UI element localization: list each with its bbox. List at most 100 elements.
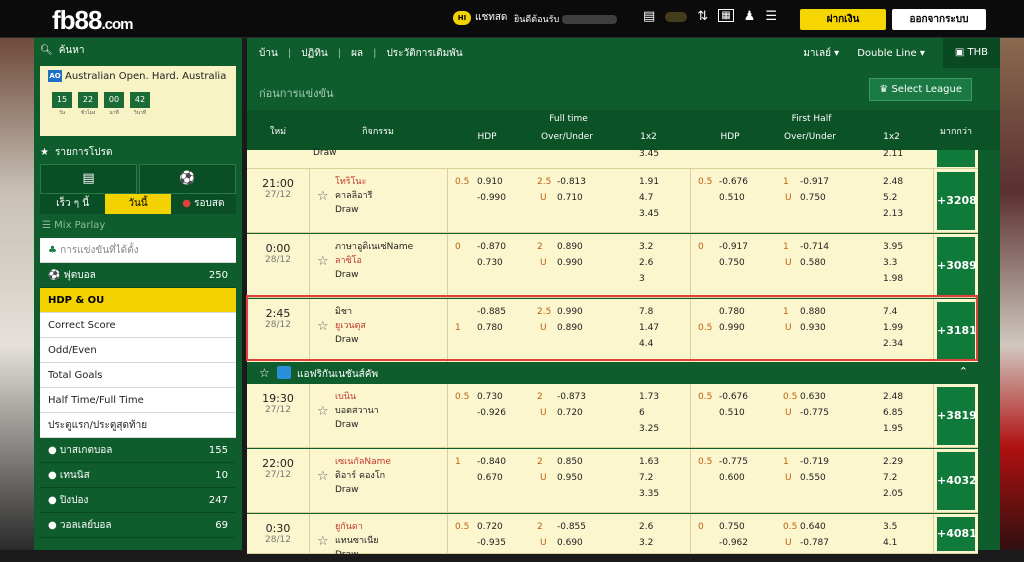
deposit-button[interactable]: ฝากเงิน	[800, 9, 886, 30]
favorite-star-icon[interactable]: ☆	[317, 189, 329, 204]
odds-value[interactable]: -0.870	[477, 242, 506, 252]
odds-value[interactable]: 1.63	[639, 457, 659, 467]
odds-value[interactable]: -0.873	[557, 392, 586, 402]
odds-value[interactable]: 1.95	[883, 424, 903, 434]
odds-value[interactable]: 0.630	[800, 392, 826, 402]
odds-value[interactable]: 2.48	[883, 392, 903, 402]
ball-icon[interactable]: ⚽	[139, 164, 236, 194]
live-chat-link[interactable]: HI แชทสด	[453, 10, 507, 25]
profile-icon[interactable]: ♟	[744, 9, 756, 24]
odds-value[interactable]: 0.600	[719, 473, 745, 483]
odds-value[interactable]: -0.855	[557, 522, 586, 532]
odds-value[interactable]: 3.45	[639, 209, 659, 219]
odds-value[interactable]: -0.813	[557, 177, 586, 187]
odds-value[interactable]: 0.950	[557, 473, 583, 483]
chat-bubble-icon[interactable]: ▤	[40, 164, 137, 194]
statement-icon[interactable]: ▦	[718, 9, 734, 22]
odds-value[interactable]: 7.2	[883, 473, 897, 483]
odds-value[interactable]: 4.7	[639, 193, 653, 203]
odds-value[interactable]: 0.750	[800, 193, 826, 203]
odds-value[interactable]: 3.25	[639, 424, 659, 434]
odds-value[interactable]: 3.2	[639, 538, 653, 548]
odds-value[interactable]: 2.29	[883, 457, 903, 467]
odds-value[interactable]: -0.787	[800, 538, 829, 548]
odds-value[interactable]: 0.550	[800, 473, 826, 483]
odds-value[interactable]: 3.35	[639, 489, 659, 499]
odds-value[interactable]: 2.05	[883, 489, 903, 499]
more-bets-button[interactable]: +4081	[937, 517, 977, 551]
favorite-star-icon[interactable]: ☆	[317, 469, 329, 484]
odds-value[interactable]: -0.990	[477, 193, 506, 203]
odds-value[interactable]: 3.45	[639, 149, 659, 159]
odds-value[interactable]: -0.962	[719, 538, 748, 548]
line-select[interactable]: Double Line ▾	[857, 48, 925, 59]
odds-value[interactable]: 0.580	[800, 258, 826, 268]
market-htft[interactable]: Half Time/Full Time	[40, 388, 236, 413]
list-icon[interactable]: ☰	[765, 9, 777, 24]
search-bar[interactable]: 🔍︎ ค้นหา	[34, 38, 242, 62]
odds-value[interactable]: -0.935	[477, 538, 506, 548]
odds-value[interactable]: 0.510	[719, 193, 745, 203]
odds-value[interactable]: -0.917	[800, 177, 829, 187]
more-bets-button[interactable]: +3208	[937, 172, 977, 230]
favorites-header[interactable]: ★ รายการโปรด	[34, 140, 242, 164]
odds-value[interactable]: 0.720	[557, 408, 583, 418]
market-hdp-ou[interactable]: HDP & OU	[40, 288, 236, 313]
odds-value[interactable]: 6	[639, 408, 645, 418]
mix-parlay-item[interactable]: ☰ Mix Parlay	[34, 214, 242, 238]
wallet-icon[interactable]: ▤	[643, 9, 655, 24]
odds-value[interactable]: 3.3	[883, 258, 897, 268]
odds-value[interactable]: 1.98	[883, 274, 903, 284]
odds-value[interactable]: 0.720	[477, 522, 503, 532]
odds-value[interactable]: -0.775	[800, 408, 829, 418]
market-correct-score[interactable]: Correct Score	[40, 313, 236, 338]
nav-results[interactable]: ผล	[351, 46, 363, 61]
market-odd-even[interactable]: Odd/Even	[40, 338, 236, 363]
odds-value[interactable]: 0.730	[477, 392, 503, 402]
odds-value[interactable]: 6.85	[883, 408, 903, 418]
select-league-button[interactable]: ♛ Select League	[869, 78, 972, 101]
odds-value[interactable]: 0.750	[719, 258, 745, 268]
odds-value[interactable]: 0.690	[557, 538, 583, 548]
odds-value[interactable]: 0.910	[477, 177, 503, 187]
league-header[interactable]: ☆ แอฟริกันเนชันส์คัพ ⌃	[247, 362, 978, 384]
collapse-icon[interactable]: ⌃	[959, 365, 968, 378]
odds-value[interactable]: 0.750	[719, 522, 745, 532]
more-bets-button[interactable]: +3819	[937, 387, 977, 445]
odds-value[interactable]: -0.676	[719, 177, 748, 187]
odds-value[interactable]: -0.840	[477, 457, 506, 467]
market-total-goals[interactable]: Total Goals	[40, 363, 236, 388]
odds-value[interactable]: -0.775	[719, 457, 748, 467]
sport-basketball[interactable]: ● บาสเกตบอล 155	[40, 438, 236, 463]
star-icon[interactable]: ☆	[259, 366, 270, 380]
featured-match-card[interactable]: AO Australian Open. Hard. Australia 15 22…	[40, 66, 236, 136]
pinned-item[interactable]: ♣ การแข่งขันที่ได้ตั้ง	[40, 238, 236, 263]
transfer-icon[interactable]: ⇅	[697, 9, 708, 24]
odds-value[interactable]: 2.6	[639, 258, 653, 268]
tab-today[interactable]: วันนี้	[105, 194, 171, 214]
nav-bet-history[interactable]: ประวัติการเดิมพัน	[386, 46, 462, 61]
odds-value[interactable]: -0.917	[719, 242, 748, 252]
currency-badge[interactable]: ▣ THB	[942, 38, 1000, 68]
odds-value[interactable]: 3	[639, 274, 645, 284]
nav-calendar[interactable]: ปฏิทิน	[301, 46, 328, 61]
odds-value[interactable]: 2.11	[883, 149, 903, 159]
odds-value[interactable]: 0.670	[477, 473, 503, 483]
odds-value[interactable]: -0.714	[800, 242, 829, 252]
odds-value[interactable]: 0.510	[719, 408, 745, 418]
tab-live[interactable]: ● รอบสด	[170, 194, 236, 214]
sport-volleyball[interactable]: ● วอลเลย์บอล 69	[40, 513, 236, 538]
odds-value[interactable]: 3.5	[883, 522, 897, 532]
odds-value[interactable]: -0.719	[800, 457, 829, 467]
sport-football[interactable]: ⚽ ฟุตบอล 250	[40, 263, 236, 288]
odds-value[interactable]: 2.13	[883, 209, 903, 219]
odds-value[interactable]: 7.2	[639, 473, 653, 483]
tab-soon[interactable]: เร็ว ๆ นี้	[40, 194, 106, 214]
odds-value[interactable]: 5.2	[883, 193, 897, 203]
odds-value[interactable]: 3.95	[883, 242, 903, 252]
favorite-star-icon[interactable]: ☆	[317, 404, 329, 419]
odds-value[interactable]: 0.990	[557, 258, 583, 268]
odds-type-select[interactable]: มาเลย์ ▾	[803, 46, 839, 61]
market-first-last-goal[interactable]: ประตูแรก/ประตูสุดท้าย	[40, 413, 236, 438]
odds-value[interactable]: 0.730	[477, 258, 503, 268]
